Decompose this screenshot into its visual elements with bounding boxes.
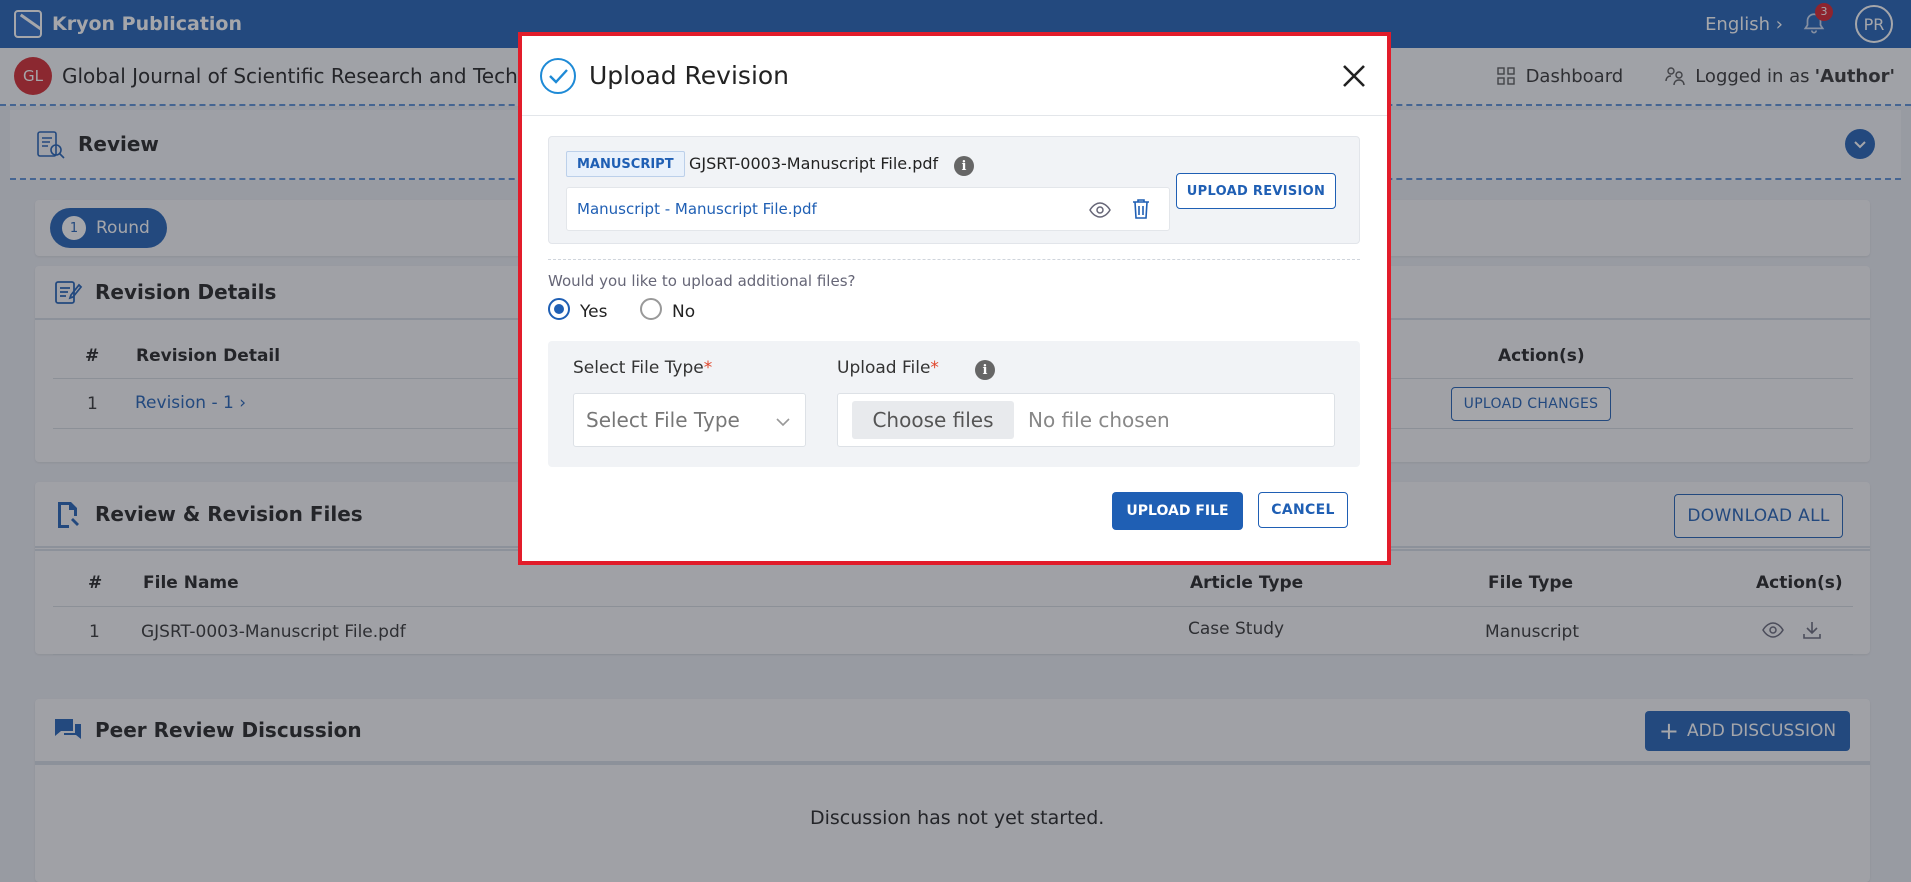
choose-files-button[interactable]: Choose files: [852, 401, 1014, 439]
trash-icon[interactable]: [1132, 198, 1150, 220]
chevron-down-icon: [776, 418, 790, 427]
file-type-label-text: Select File Type: [573, 358, 704, 378]
info-icon[interactable]: i: [975, 360, 995, 380]
file-type-label: Select File Type*: [573, 358, 712, 378]
required-marker: *: [930, 358, 939, 378]
modal-header: Upload Revision: [522, 36, 1387, 116]
additional-files-question: Would you like to upload additional file…: [548, 272, 856, 290]
manuscript-tag: MANUSCRIPT: [566, 151, 685, 177]
manuscript-file-row: Manuscript - Manuscript File.pdf: [566, 187, 1170, 231]
check-circle-icon: [540, 57, 576, 94]
upload-file-label: Upload File*: [837, 358, 939, 378]
dashed-divider: [548, 259, 1360, 260]
file-type-select[interactable]: Select File Type: [573, 393, 806, 447]
manuscript-file-name: GJSRT-0003-Manuscript File.pdf: [689, 154, 939, 173]
file-input[interactable]: Choose files No file chosen: [837, 393, 1335, 447]
file-type-placeholder: Select File Type: [586, 408, 740, 432]
upload-revision-modal: Upload Revision MANUSCRIPT GJSRT-0003-Ma…: [518, 32, 1391, 565]
radio-no[interactable]: [640, 298, 662, 320]
eye-icon[interactable]: [1089, 202, 1111, 218]
close-icon[interactable]: [1341, 63, 1367, 89]
info-icon[interactable]: i: [954, 156, 974, 176]
required-marker: *: [703, 358, 713, 378]
modal-title: Upload Revision: [589, 61, 790, 90]
manuscript-file-box: MANUSCRIPT GJSRT-0003-Manuscript File.pd…: [548, 136, 1360, 244]
radio-yes[interactable]: [548, 298, 570, 320]
upload-file-button[interactable]: UPLOAD FILE: [1112, 492, 1243, 530]
upload-revision-button[interactable]: UPLOAD REVISION: [1176, 173, 1336, 209]
upload-file-label-text: Upload File: [837, 358, 931, 378]
additional-upload-area: Select File Type* Upload File* i Select …: [548, 341, 1360, 467]
cancel-button[interactable]: CANCEL: [1258, 492, 1348, 528]
manuscript-file-link[interactable]: Manuscript - Manuscript File.pdf: [577, 200, 817, 218]
no-file-chosen: No file chosen: [1028, 408, 1170, 432]
radio-no-label[interactable]: No: [672, 302, 695, 322]
radio-yes-label[interactable]: Yes: [580, 302, 607, 322]
